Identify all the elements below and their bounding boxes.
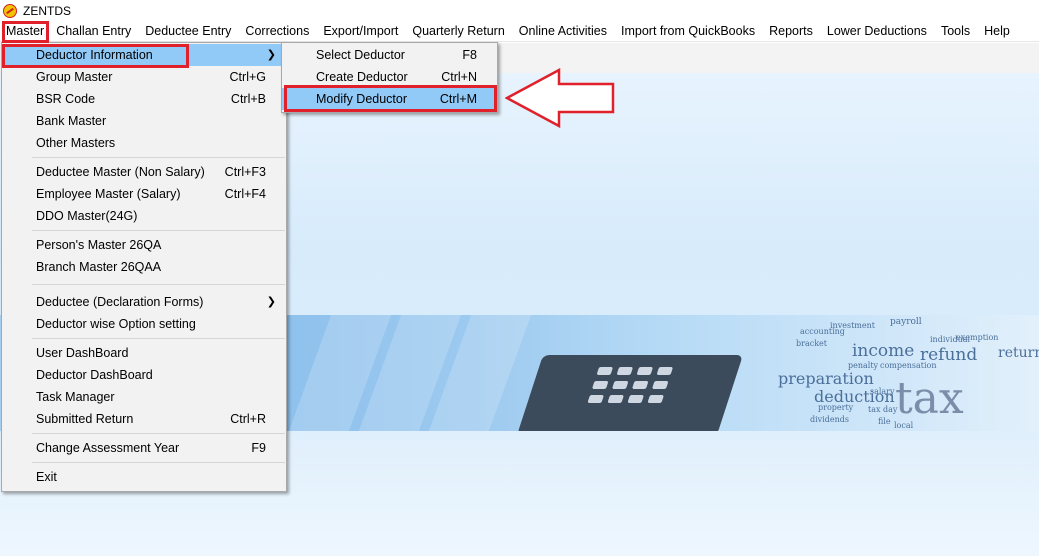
menu-item-deductee-declaration[interactable]: Deductee (Declaration Forms) ❯ — [2, 291, 286, 313]
menu-online-activities[interactable]: Online Activities — [512, 21, 614, 42]
chevron-right-icon: ❯ — [266, 49, 276, 61]
menu-separator — [32, 157, 285, 158]
menu-lower-deductions[interactable]: Lower Deductions — [820, 21, 934, 42]
menu-item-label: Group Master — [36, 70, 113, 84]
menu-item-label: DDO Master(24G) — [36, 209, 138, 223]
menu-item-deductor-dashboard[interactable]: Deductor DashBoard — [2, 364, 286, 386]
menu-item-label: Branch Master 26QAA — [36, 260, 162, 274]
menu-item-select-deductor[interactable]: Select Deductor F8 — [282, 44, 497, 66]
app-title: ZENTDS — [23, 3, 71, 18]
chevron-right-icon: ❯ — [266, 296, 276, 308]
menu-item-shortcut: Ctrl+F3 — [224, 165, 266, 179]
menu-item-ddo-master[interactable]: DDO Master(24G) — [2, 205, 286, 227]
menu-item-label: Deductor wise Option setting — [36, 317, 196, 331]
menu-item-label: Bank Master — [36, 114, 107, 128]
menu-item-label: Deductee Master (Non Salary) — [36, 165, 205, 179]
menu-corrections[interactable]: Corrections — [238, 21, 316, 42]
annotation-box-modify-deductor — [284, 85, 497, 112]
annotation-box-deductor-information — [2, 44, 189, 68]
menu-item-shortcut: F8 — [462, 48, 477, 62]
menu-item-shortcut: F9 — [251, 441, 266, 455]
menu-deductee-entry[interactable]: Deductee Entry — [138, 21, 238, 42]
menu-item-task-manager[interactable]: Task Manager — [2, 386, 286, 408]
menu-item-label: Create Deductor — [316, 70, 408, 84]
menu-item-shortcut: Ctrl+B — [230, 92, 266, 106]
menu-item-deductee-master-non-salary[interactable]: Deductee Master (Non Salary) Ctrl+F3 — [2, 161, 286, 183]
menu-import-quickbooks[interactable]: Import from QuickBooks — [614, 21, 762, 42]
menu-item-bank-master[interactable]: Bank Master — [2, 110, 286, 132]
master-menu: Deductor Information ❯ Group Master Ctrl… — [1, 42, 287, 492]
annotation-box-master — [2, 21, 49, 43]
menu-item-change-assessment-year[interactable]: Change Assessment Year F9 — [2, 437, 286, 459]
menu-separator — [32, 284, 285, 285]
menu-item-user-dashboard[interactable]: User DashBoard — [2, 342, 286, 364]
menu-item-label: Person's Master 26QA — [36, 238, 162, 252]
menu-separator — [32, 230, 285, 231]
menu-item-deductor-option-setting[interactable]: Deductor wise Option setting — [2, 313, 286, 335]
menu-item-label: Change Assessment Year — [36, 441, 180, 455]
menu-separator — [32, 462, 285, 463]
menu-item-label: Other Masters — [36, 136, 116, 150]
menu-item-label: User DashBoard — [36, 346, 129, 360]
menu-item-label: Submitted Return — [36, 412, 134, 426]
title-bar: ZENTDS — [0, 0, 1039, 21]
menu-item-label: Task Manager — [36, 390, 115, 404]
menu-bar: Master Challan Entry Deductee Entry Corr… — [0, 21, 1039, 42]
menu-item-submitted-return[interactable]: Submitted Return Ctrl+R — [2, 408, 286, 430]
menu-challan-entry[interactable]: Challan Entry — [49, 21, 138, 42]
menu-item-shortcut: Ctrl+G — [229, 70, 266, 84]
calculator-graphic — [517, 355, 743, 431]
menu-item-label: Select Deductor — [316, 48, 405, 62]
menu-item-shortcut: Ctrl+F4 — [224, 187, 266, 201]
menu-item-other-masters[interactable]: Other Masters — [2, 132, 286, 154]
menu-item-label: Employee Master (Salary) — [36, 187, 181, 201]
annotation-arrow-icon — [505, 68, 615, 128]
menu-item-exit[interactable]: Exit — [2, 466, 286, 488]
menu-tools[interactable]: Tools — [934, 21, 977, 42]
menu-item-bsr-code[interactable]: BSR Code Ctrl+B — [2, 88, 286, 110]
menu-reports[interactable]: Reports — [762, 21, 820, 42]
menu-item-group-master[interactable]: Group Master Ctrl+G — [2, 66, 286, 88]
menu-item-label: Exit — [36, 470, 57, 484]
menu-item-employee-master-salary[interactable]: Employee Master (Salary) Ctrl+F4 — [2, 183, 286, 205]
menu-help[interactable]: Help — [977, 21, 1017, 42]
menu-item-label: Deductor DashBoard — [36, 368, 153, 382]
menu-item-branch-master[interactable]: Branch Master 26QAA — [2, 256, 286, 278]
menu-separator — [32, 338, 285, 339]
menu-export-import[interactable]: Export/Import — [316, 21, 405, 42]
tax-word-cloud: payroll investment accounting bracket in… — [778, 317, 1039, 430]
menu-item-label: Deductee (Declaration Forms) — [36, 295, 204, 309]
menu-item-persons-master[interactable]: Person's Master 26QA — [2, 234, 286, 256]
menu-separator — [32, 433, 285, 434]
menu-quarterly-return[interactable]: Quarterly Return — [405, 21, 511, 42]
app-logo-icon — [3, 3, 17, 18]
menu-item-label: BSR Code — [36, 92, 96, 106]
menu-item-shortcut: Ctrl+R — [230, 412, 266, 426]
